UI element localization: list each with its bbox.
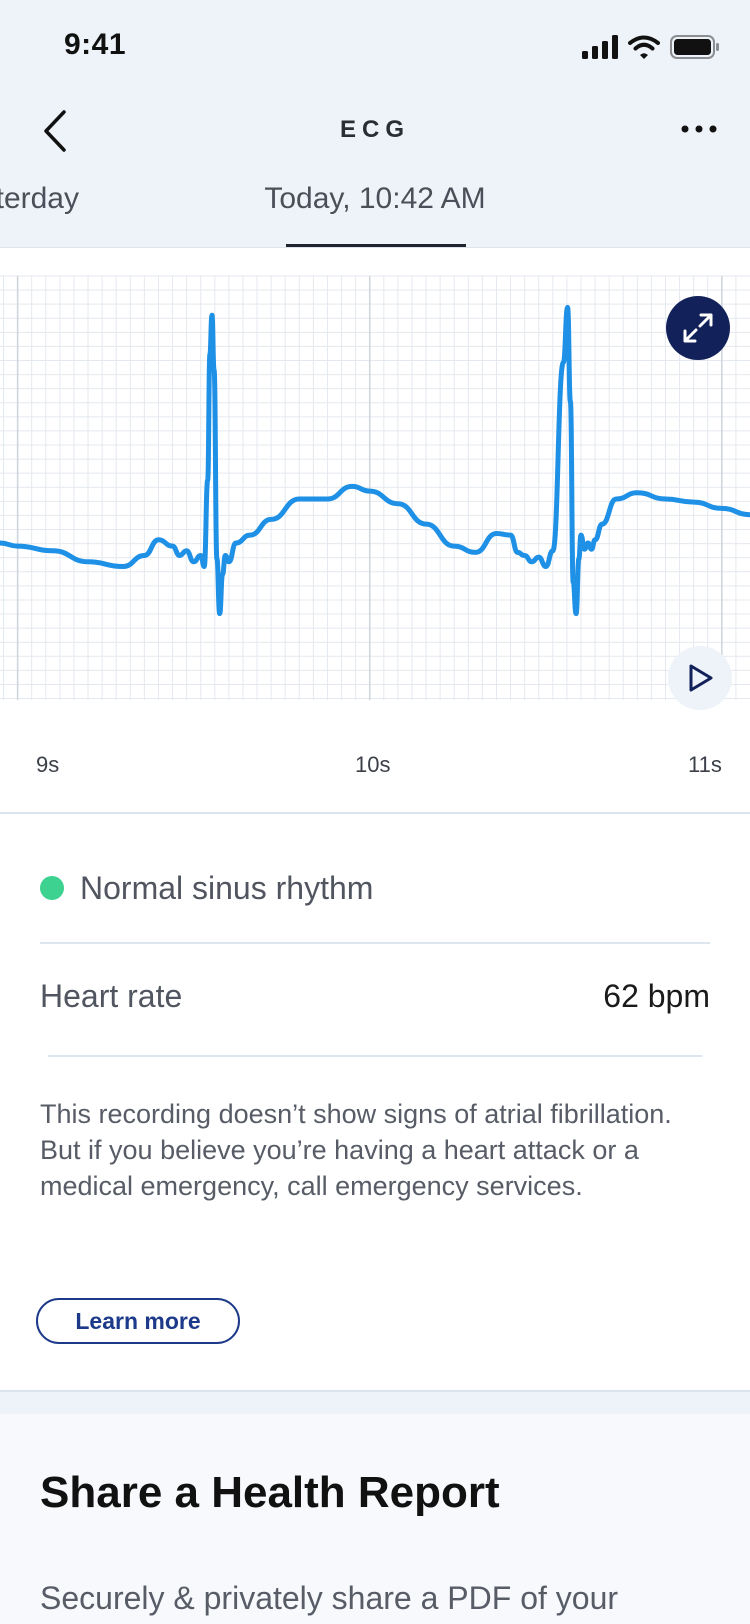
share-description: Securely & privately share a PDF of your [40, 1580, 619, 1616]
tab-today[interactable]: Today, 10:42 AM [0, 182, 750, 216]
ecg-plot [0, 275, 750, 700]
divider [40, 942, 710, 944]
rhythm-status: Normal sinus rhythm [40, 868, 373, 908]
more-dots-icon [681, 125, 717, 133]
x-tick-label: 10s [355, 752, 391, 777]
wifi-icon [628, 35, 660, 59]
description-line-1: This recording doesn’t show signs of atr… [40, 1099, 672, 1129]
page-title: ECG [339, 116, 410, 143]
status-bar: 9:41 [0, 0, 750, 96]
description-line-2: But if you believe you’re having a heart… [40, 1135, 639, 1201]
status-dot [40, 876, 64, 900]
section-gap [0, 1392, 750, 1414]
x-tick-label: 9s [36, 752, 60, 777]
more-button[interactable] [674, 104, 724, 154]
signal-icon [582, 35, 618, 59]
rhythm-classification: Normal sinus rhythm [80, 869, 374, 906]
heart-rate-value: 62 bpm [603, 978, 710, 1014]
x-tick-label: 11s [688, 752, 722, 777]
share-title: Share a Health Report [40, 1468, 500, 1517]
divider [48, 1055, 702, 1057]
expand-icon [683, 313, 713, 343]
heart-rate-label: Heart rate [40, 978, 183, 1014]
result-description: This recording doesn’t show signs of atr… [40, 1096, 710, 1204]
nav-bar: ECG [0, 96, 750, 166]
expand-button[interactable] [666, 296, 730, 360]
ecg-chart: 9s 10s 11s [0, 248, 750, 813]
date-tabs: Yesterday Today, 10:42 AM [0, 166, 750, 248]
share-section: Share a Health Report Securely & private… [0, 1414, 750, 1624]
battery-icon [670, 35, 719, 59]
status-icons [582, 30, 720, 64]
learn-more-button[interactable]: Learn more [36, 1298, 240, 1344]
chart-divider [0, 812, 750, 814]
play-icon [689, 664, 713, 692]
top-header: 9:41 ECG erday Today, 10:42 AM [0, 0, 750, 248]
play-button[interactable] [668, 646, 732, 710]
status-time: 9:41 [64, 28, 127, 61]
